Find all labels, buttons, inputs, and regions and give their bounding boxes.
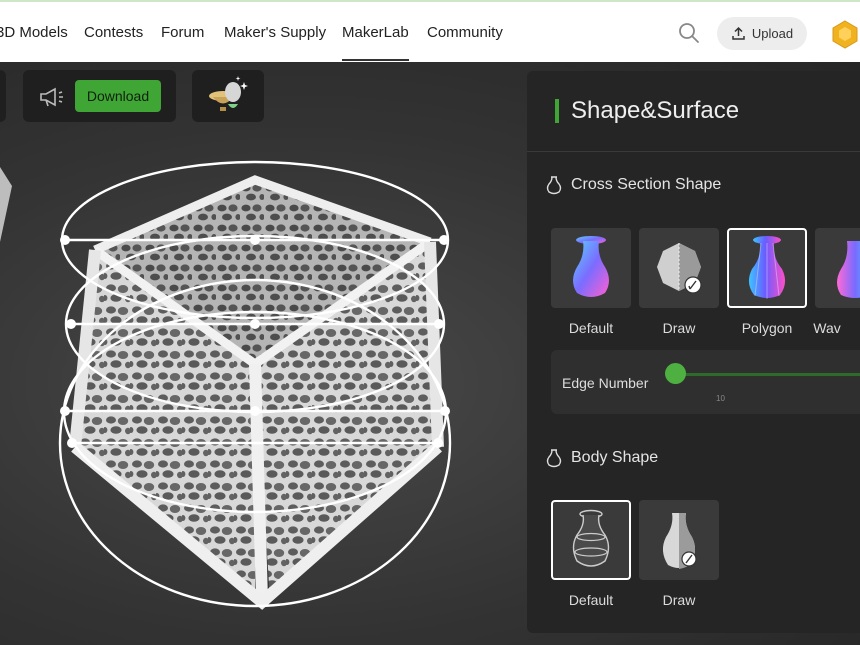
cross-section-polygon-card[interactable] — [727, 228, 807, 308]
option-label-wave: Wav — [813, 320, 841, 336]
search-icon[interactable] — [678, 22, 700, 44]
edge-number-thumb[interactable] — [665, 363, 686, 384]
nav-forum[interactable]: Forum — [161, 24, 204, 41]
panel-title: Shape&Surface — [571, 97, 740, 124]
edge-number-label: Edge Number — [562, 375, 649, 391]
draw-shape-icon — [657, 243, 702, 294]
upload-label: Upload — [751, 26, 794, 41]
gradient-vase-icon — [573, 236, 609, 297]
avatar[interactable] — [830, 19, 860, 49]
body-label-default: Default — [568, 592, 614, 608]
wave-vase-icon — [837, 241, 860, 298]
model-preview — [0, 160, 452, 610]
title-accent — [555, 99, 559, 123]
body-shape-default-card[interactable] — [551, 500, 631, 580]
edge-number-control: Edge Number 10 — [551, 350, 860, 414]
cross-section-wave-card[interactable] — [815, 228, 860, 308]
nav-contests[interactable]: Contests — [84, 24, 143, 41]
vase-outline-icon — [546, 176, 562, 195]
option-label-default: Default — [568, 320, 614, 336]
nav-community[interactable]: Community — [427, 24, 503, 41]
draw-vase-icon — [662, 513, 697, 569]
vase-outline-icon — [546, 449, 562, 468]
option-label-draw: Draw — [662, 320, 696, 336]
shape-surface-panel: Shape&Surface Cross Section Shape Defaul… — [527, 71, 860, 633]
upload-button[interactable]: Upload — [717, 17, 807, 50]
cross-section-draw-card[interactable] — [639, 228, 719, 308]
nav-3d-models[interactable]: 3D Models — [0, 24, 68, 41]
top-navigation: 3D Models Contests Forum Maker's Supply … — [0, 0, 860, 62]
upload-icon — [732, 26, 745, 40]
body-shape-header: Body Shape — [545, 448, 658, 468]
nav-makerlab[interactable]: MakerLab — [342, 24, 409, 61]
cross-section-default-card[interactable] — [551, 228, 631, 308]
cross-section-header: Cross Section Shape — [545, 175, 721, 195]
body-shape-draw-card[interactable] — [639, 500, 719, 580]
cross-section-title: Cross Section Shape — [571, 176, 722, 193]
body-label-draw: Draw — [662, 592, 696, 608]
default-vase-icon — [572, 509, 610, 567]
body-shape-title: Body Shape — [571, 449, 659, 466]
nav-makers-supply[interactable]: Maker's Supply — [224, 24, 326, 41]
divider — [527, 151, 860, 152]
polygon-vase-icon — [748, 236, 786, 299]
edge-number-tick: 10 — [716, 394, 725, 403]
edge-number-track[interactable] — [676, 373, 860, 376]
